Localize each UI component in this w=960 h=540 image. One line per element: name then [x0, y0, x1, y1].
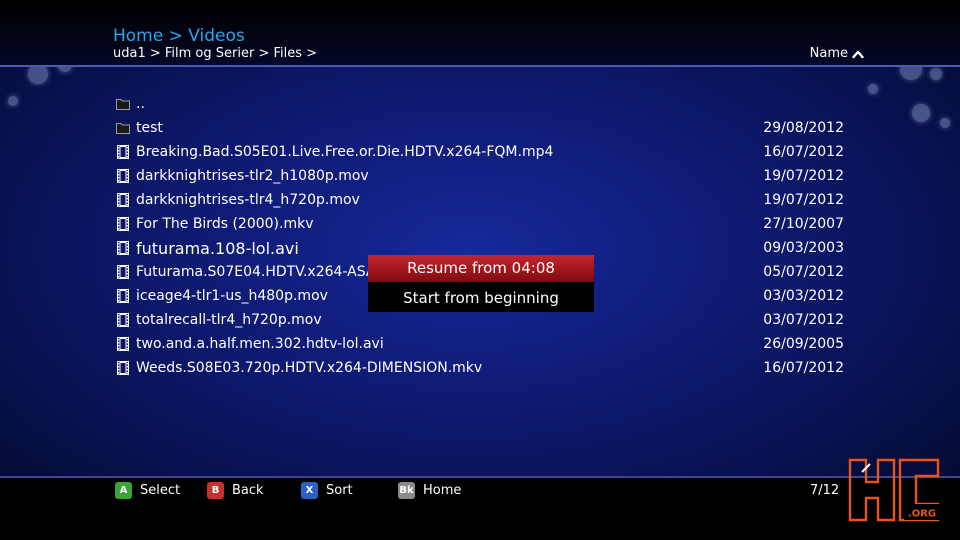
file-name: darkknightrises-tlr4_h720p.mov	[136, 192, 360, 208]
bokeh-decoration	[940, 118, 950, 128]
file-row[interactable]: Breaking.Bad.S05E01.Live.Free.or.Die.HDT…	[116, 140, 846, 164]
folder-icon	[116, 121, 130, 135]
video-file-icon	[116, 193, 130, 207]
file-name: test	[136, 120, 163, 136]
bokeh-decoration	[8, 96, 18, 106]
file-name: darkknightrises-tlr2_h1080p.mov	[136, 168, 369, 184]
video-file-icon	[116, 289, 130, 303]
file-name: Breaking.Bad.S05E01.Live.Free.or.Die.HDT…	[136, 144, 554, 160]
a-button-icon: A	[115, 482, 132, 499]
sort-hint-label: Sort	[326, 483, 353, 498]
file-date: 29/08/2012	[763, 120, 844, 136]
file-name: Weeds.S08E03.720p.HDTV.x264-DIMENSION.mk…	[136, 360, 483, 376]
file-row[interactable]: For The Birds (2000).mkv 27/10/2007	[116, 212, 846, 236]
bokeh-decoration	[912, 104, 930, 122]
video-file-icon	[116, 265, 130, 279]
file-date: 03/03/2012	[763, 288, 844, 304]
file-date: 16/07/2012	[763, 144, 844, 160]
file-name: futurama.108-lol.avi	[136, 238, 299, 258]
bokeh-decoration	[28, 64, 48, 84]
watermark-text: .ORG	[908, 509, 936, 520]
video-file-icon	[116, 241, 130, 255]
folder-row[interactable]: test 29/08/2012	[116, 116, 846, 140]
file-name: ..	[136, 96, 145, 112]
file-row[interactable]: two.and.a.half.men.302.hdtv-lol.avi 26/09…	[116, 332, 846, 356]
sort-label: Name	[809, 46, 848, 61]
video-file-icon	[116, 361, 130, 375]
file-date: 19/07/2012	[763, 192, 844, 208]
home-hint[interactable]: Bk Home	[398, 482, 461, 499]
file-name: totalrecall-tlr4_h720p.mov	[136, 312, 322, 328]
file-name: two.and.a.half.men.302.hdtv-lol.avi	[136, 336, 384, 352]
footer-divider	[0, 476, 960, 478]
start-from-beginning-option[interactable]: Start from beginning	[368, 285, 594, 312]
select-hint-label: Select	[140, 483, 181, 498]
b-button-icon: B	[207, 482, 224, 499]
folder-row[interactable]: ..	[116, 92, 846, 116]
file-date: 05/07/2012	[763, 264, 844, 280]
file-date: 19/07/2012	[763, 168, 844, 184]
back-button-icon: Bk	[398, 482, 415, 499]
file-date: 03/07/2012	[763, 312, 844, 328]
video-file-icon	[116, 145, 130, 159]
file-date: 09/03/2003	[763, 240, 844, 256]
back-hint-label: Back	[232, 483, 264, 498]
home-hint-label: Home	[423, 483, 462, 498]
folder-icon	[116, 97, 130, 111]
select-hint[interactable]: A Select	[115, 482, 180, 499]
file-date: 27/10/2007	[763, 216, 844, 232]
file-date: 16/07/2012	[763, 360, 844, 376]
file-row[interactable]: Weeds.S08E03.720p.HDTV.x264-DIMENSION.mk…	[116, 356, 846, 380]
bokeh-decoration	[868, 84, 878, 94]
sort-ascending-icon	[852, 49, 864, 59]
page-title: Home > Videos	[113, 26, 245, 46]
media-browser-screen: Home > Videos uda1 > Film og Serier > Fi…	[0, 0, 960, 540]
site-watermark-logo: .ORG	[846, 456, 944, 526]
header-divider	[0, 65, 960, 67]
file-name: For The Birds (2000).mkv	[136, 216, 314, 232]
video-file-icon	[116, 217, 130, 231]
file-name: Futurama.S07E04.HDTV.x264-ASAP	[136, 264, 384, 280]
sort-indicator[interactable]: Name	[810, 46, 864, 61]
file-row[interactable]: darkknightrises-tlr2_h1080p.mov 19/07/201…	[116, 164, 846, 188]
video-file-icon	[116, 313, 130, 327]
breadcrumb: uda1 > Film og Serier > Files >	[113, 46, 318, 61]
resume-option[interactable]: Resume from 04:08	[368, 255, 594, 282]
file-date: 26/09/2005	[763, 336, 844, 352]
file-row[interactable]: darkknightrises-tlr4_h720p.mov 19/07/2012	[116, 188, 846, 212]
resume-context-menu: Resume from 04:08 Start from beginning	[368, 255, 594, 312]
video-file-icon	[116, 337, 130, 351]
file-name: iceage4-tlr1-us_h480p.mov	[136, 288, 328, 304]
page-counter: 7/12	[810, 483, 840, 498]
x-button-icon: X	[301, 482, 318, 499]
video-file-icon	[116, 169, 130, 183]
file-list: .. test 29/08/2012 Breaking.Bad.S05E01.Live…	[116, 92, 846, 380]
sort-hint[interactable]: X Sort	[301, 482, 353, 499]
bokeh-decoration	[930, 68, 942, 80]
back-hint[interactable]: B Back	[207, 482, 264, 499]
